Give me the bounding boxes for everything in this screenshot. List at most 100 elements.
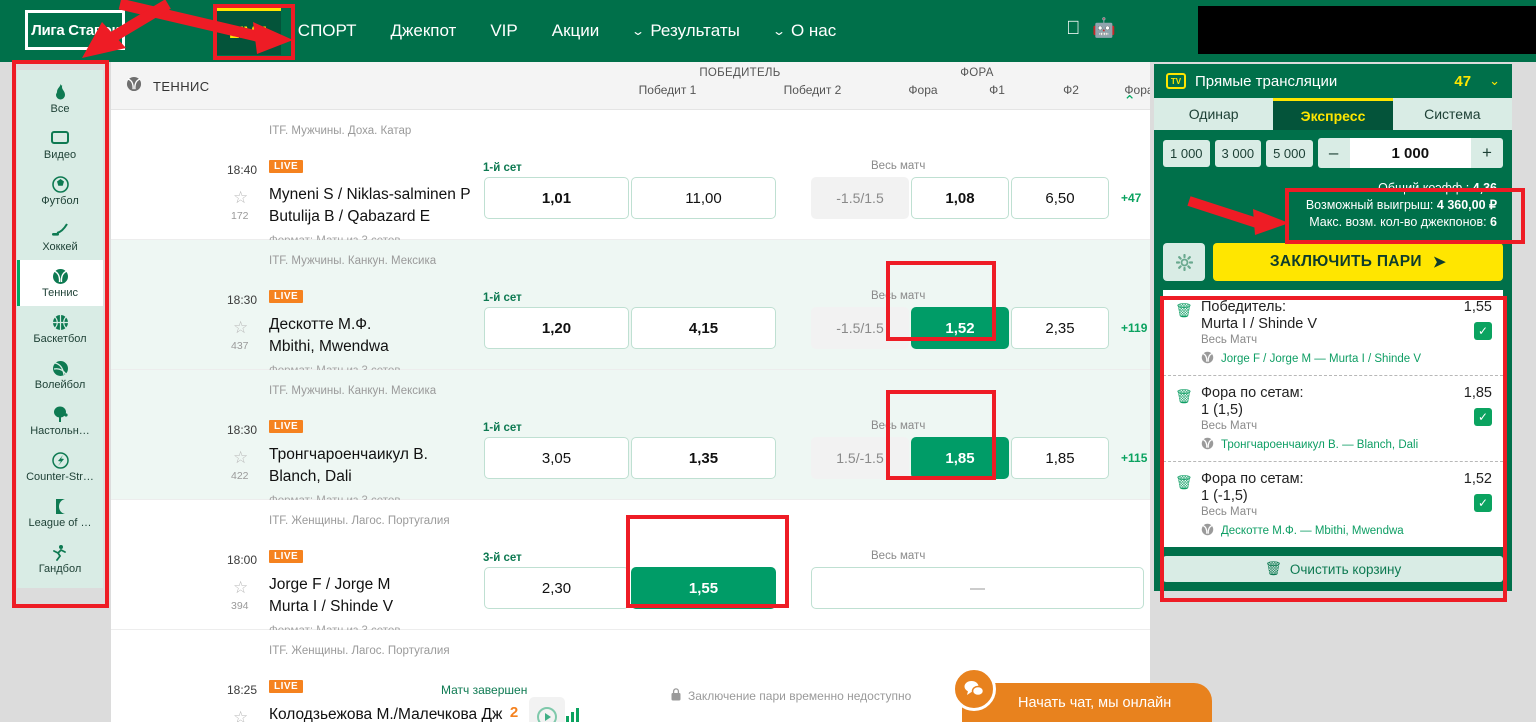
odd-handicap-f1[interactable]: 1,08 <box>911 177 1009 219</box>
odd-handicap-f1-selected[interactable]: 1,85 <box>911 437 1009 479</box>
chat-widget[interactable]: Начать чат, мы онлайн <box>952 667 1212 722</box>
android-icon[interactable]: 🤖 <box>1092 19 1116 38</box>
selection-odd: 1,85 <box>1463 385 1492 401</box>
sidebar-item-tennis-label: Теннис <box>41 287 78 299</box>
sidebar-item-volleyball[interactable]: Волейбол <box>17 352 103 398</box>
apple-icon[interactable]:  <box>1066 19 1080 38</box>
nav-item-jackpot[interactable]: Джекпот <box>373 0 473 62</box>
favorite-star-icon[interactable]: ☆ <box>233 188 248 208</box>
brand-logo[interactable]: Лига Ставок <box>25 10 125 50</box>
match-time: 18:25 <box>227 683 258 697</box>
stake-increase-button[interactable]: + <box>1471 143 1503 163</box>
stake-decrease-button[interactable]: – <box>1318 143 1350 163</box>
quick-stake-3000[interactable]: 3 000 <box>1214 139 1262 167</box>
more-markets-link[interactable]: +119 <box>1121 321 1147 335</box>
selection-match[interactable]: Дескотте М.Ф. — Mbithi, Mwendwa <box>1201 523 1493 539</box>
odd-handicap-f2[interactable]: 1,85 <box>1011 437 1109 479</box>
more-markets-link[interactable]: +115 <box>1121 451 1147 465</box>
total-odds-line: Общий коэфф.: 4,36 <box>1169 180 1497 197</box>
tennis-ball-icon <box>126 76 142 97</box>
odd-handicap-f1-selected[interactable]: 1,52 <box>911 307 1009 349</box>
favorite-star-icon[interactable]: ☆ <box>233 448 248 468</box>
trash-icon[interactable]: 🗑 <box>1175 474 1193 491</box>
more-markets-link[interactable]: +47 <box>1121 191 1141 205</box>
betslip-tabs: Одинар Экспресс Система <box>1154 98 1512 130</box>
chevron-down-icon: ⌄ <box>771 24 786 38</box>
nav-item-promotions[interactable]: Акции <box>535 0 617 62</box>
nav-item-about[interactable]: ⌄ О нас <box>757 0 853 62</box>
sidebar-item-tennis[interactable]: Теннис <box>17 260 103 306</box>
list-item: 🗑 Фора по сетам: 1 (-1,5) Весь Матч Деск… <box>1163 462 1503 547</box>
selection-match[interactable]: Тронгчароенчаикул В. — Blanch, Dali <box>1201 437 1493 453</box>
nav-item-results[interactable]: ⌄ Результаты <box>616 0 757 62</box>
betslip-selections: 🗑 Победитель: Murta I / Shinde V Весь Ма… <box>1163 290 1503 547</box>
nav-item-vip[interactable]: VIP <box>473 0 534 62</box>
tab-express[interactable]: Экспресс <box>1273 98 1393 130</box>
basketball-icon <box>52 313 69 331</box>
tab-single[interactable]: Одинар <box>1154 98 1274 130</box>
favorite-star-icon[interactable]: ☆ <box>233 708 248 722</box>
sidebar-item-counter-strike[interactable]: Counter-Str… <box>17 444 103 490</box>
trash-icon[interactable]: 🗑 <box>1175 388 1193 405</box>
send-icon: ➤ <box>1432 253 1447 271</box>
sidebar-item-hockey[interactable]: Хоккей <box>17 214 103 260</box>
place-bet-button[interactable]: ЗАКЛЮЧИТЬ ПАРИ ➤ <box>1213 243 1503 281</box>
volleyball-icon <box>52 359 69 377</box>
possible-win-value: 4 360,00 ₽ <box>1436 198 1497 212</box>
favorite-star-icon[interactable]: ☆ <box>233 318 248 338</box>
tennis-ball-icon <box>1201 523 1214 539</box>
sidebar-item-league-of-legends[interactable]: League of … <box>17 490 103 536</box>
odd-winner-1[interactable]: 1,01 <box>484 177 629 219</box>
live-streams-header[interactable]: TV Прямые трансляции 47 ⌄ <box>1154 64 1512 98</box>
statistics-icon[interactable] <box>566 708 579 722</box>
quick-stake-5000[interactable]: 5 000 <box>1266 139 1313 167</box>
odd-winner-1[interactable]: 3,05 <box>484 437 629 479</box>
stake-input[interactable]: 1 000 <box>1349 138 1471 168</box>
odd-winner-1[interactable]: 1,20 <box>484 307 629 349</box>
sidebar-item-video[interactable]: Видео <box>17 122 103 168</box>
selection-match[interactable]: Jorge F / Jorge M — Murta I / Shinde V <box>1201 351 1493 367</box>
nav-item-about-label: О нас <box>790 21 837 40</box>
tab-system[interactable]: Система <box>1392 98 1512 130</box>
gear-icon[interactable] <box>1163 243 1205 281</box>
nav-item-sport[interactable]: СПОРТ <box>281 0 374 62</box>
selection-checkbox[interactable]: ✓ <box>1474 408 1492 426</box>
sidebar-item-handball[interactable]: Гандбол <box>17 536 103 582</box>
favorite-star-icon[interactable]: ☆ <box>233 578 248 598</box>
odd-winner-2[interactable]: 1,35 <box>631 437 776 479</box>
app-root: Лига Ставок LIVE СПОРТ Джекпот VIP Акции… <box>0 0 1536 722</box>
nav-item-jackpot-label: Джекпот <box>390 21 457 40</box>
play-video-icon[interactable] <box>529 697 565 722</box>
sidebar-item-hockey-label: Хоккей <box>42 241 78 253</box>
events-table-header: ТЕННИС ПОБЕДИТЕЛЬ Победит 1 Победит 2 ФО… <box>111 62 1150 110</box>
nav-item-live[interactable]: LIVE <box>215 7 281 55</box>
nav-item-sport-label: СПОРТ <box>297 21 357 40</box>
sidebar-item-football[interactable]: Футбол <box>17 168 103 214</box>
odd-handicap-f2[interactable]: 2,35 <box>1011 307 1109 349</box>
jackpot-line: Макс. возм. кол-во джекпонов: 6 <box>1169 214 1497 231</box>
chevron-up-icon[interactable]: ⌃ <box>1123 92 1136 110</box>
chat-label: Начать чат, мы онлайн <box>1018 694 1172 711</box>
chevron-down-icon[interactable]: ⌄ <box>1489 73 1500 89</box>
odds-row: 1,20 4,15 -1.5/1.5 1,52 2,35 +119 <box>484 307 1147 349</box>
live-streams-title: Прямые трансляции <box>1195 72 1338 90</box>
selection-checkbox[interactable]: ✓ <box>1474 494 1492 512</box>
match-scores: 2 0 <box>507 702 521 722</box>
quick-stake-1000[interactable]: 1 000 <box>1163 139 1210 167</box>
odd-winner-2[interactable]: 4,15 <box>631 307 776 349</box>
match-teams: Тронгчароенчаикул В. Blanch, Dali <box>269 444 428 488</box>
selection-checkbox[interactable]: ✓ <box>1474 322 1492 340</box>
odd-handicap-f2[interactable]: 6,50 <box>1011 177 1109 219</box>
clear-betslip-button[interactable]: 🗑 Очистить корзину <box>1163 556 1503 582</box>
sidebar-item-all[interactable]: Все <box>17 76 103 122</box>
odd-winner-2-selected[interactable]: 1,55 <box>631 567 776 609</box>
sidebar-item-basketball[interactable]: Баскетбол <box>17 306 103 352</box>
match-league: ITF. Мужчины. Доха. Катар <box>269 125 412 137</box>
tennis-ball-icon <box>1201 437 1214 453</box>
tennis-ball-icon <box>1201 351 1214 367</box>
sidebar-item-table-tennis[interactable]: Настольн… <box>17 398 103 444</box>
trash-icon[interactable]: 🗑 <box>1175 302 1193 319</box>
odd-winner-2[interactable]: 11,00 <box>631 177 776 219</box>
soccer-icon <box>51 175 69 193</box>
odd-winner-1[interactable]: 2,30 <box>484 567 629 609</box>
